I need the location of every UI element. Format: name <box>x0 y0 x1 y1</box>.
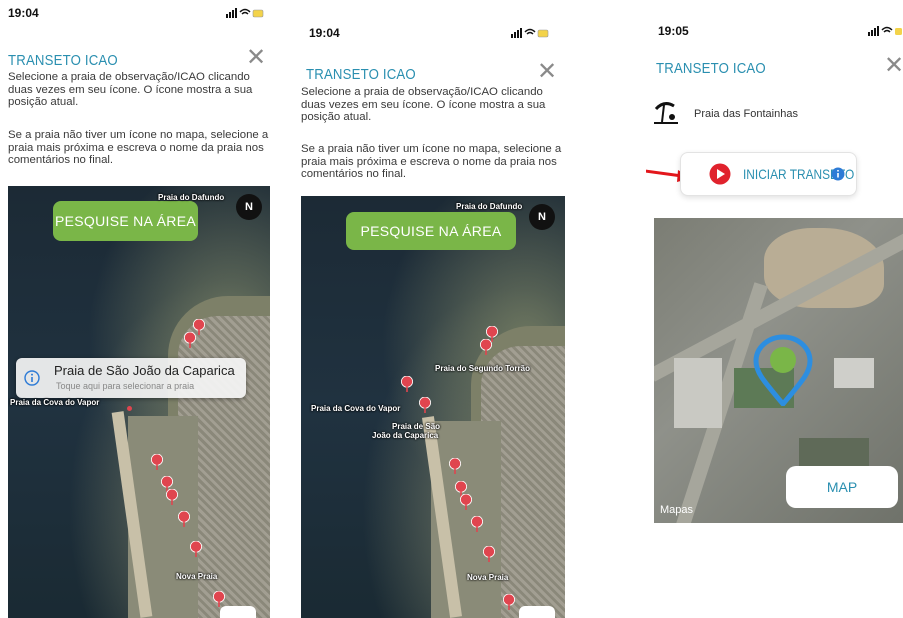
status-icons <box>868 26 902 39</box>
status-time: 19:04 <box>309 26 340 40</box>
map-pin-icon[interactable] <box>447 458 463 474</box>
screen-3: 19:05 TRANSETO ICAO ✕ Praia das Fontainh… <box>646 0 903 618</box>
info-icon <box>24 370 40 386</box>
map-label: Praia do Dafundo <box>456 202 523 211</box>
map-pin-icon[interactable] <box>501 594 517 610</box>
location-marker-icon <box>127 406 132 411</box>
close-icon[interactable]: ✕ <box>537 60 557 84</box>
map-pin-icon[interactable] <box>417 397 433 413</box>
beach-umbrella-icon <box>654 102 678 124</box>
compass-icon[interactable]: N <box>529 204 555 230</box>
screen-1: 19:04 TRANSETO ICAO ✕ Selecione a praia … <box>0 0 270 618</box>
signal-wifi-battery-icon <box>511 28 549 38</box>
callout-subtitle: Toque aqui para selecionar a praia <box>56 381 195 391</box>
instructions-text-2: Se a praia não tiver um ícone no mapa, s… <box>8 129 269 166</box>
signal-wifi-battery-icon <box>868 26 902 36</box>
close-icon[interactable]: ✕ <box>246 46 266 70</box>
info-icon[interactable] <box>831 167 845 181</box>
map-label: Praia de São <box>392 422 441 431</box>
map-pin-icon[interactable] <box>399 376 415 392</box>
map-pin-icon[interactable] <box>469 516 485 532</box>
map-control-button[interactable] <box>220 606 256 618</box>
close-icon[interactable]: ✕ <box>884 54 903 78</box>
map-pin-icon[interactable] <box>149 454 165 470</box>
callout-title: Praia de São João da Caparica <box>54 363 235 378</box>
location-marker-icon <box>753 334 813 406</box>
page-title: TRANSETO ICAO <box>8 52 118 69</box>
satellite-map[interactable]: PESQUISE NA ÁREA N Praia do Dafundo Prai… <box>8 186 270 618</box>
map-pin-icon[interactable] <box>182 332 198 348</box>
map-pin-icon[interactable] <box>458 494 474 510</box>
play-icon <box>709 163 731 185</box>
signal-wifi-battery-icon <box>226 8 264 18</box>
status-icons <box>226 8 264 21</box>
map-attribution: Mapas <box>660 504 694 516</box>
map-label: Nova Praia <box>176 572 218 581</box>
beach-callout[interactable]: Praia de São João da Caparica Toque aqui… <box>16 358 246 398</box>
map-label: Praia da Cova do Vapor <box>10 398 100 407</box>
page-title: TRANSETO ICAO <box>306 66 416 83</box>
map-label: Praia do Segundo Torrão <box>435 364 530 373</box>
beach-name: Praia das Fontainhas <box>694 108 798 120</box>
status-time: 19:05 <box>658 24 689 38</box>
map-pin-icon[interactable] <box>176 511 192 527</box>
compass-icon[interactable]: N <box>236 194 262 220</box>
map-control-button[interactable] <box>519 606 555 618</box>
satellite-map[interactable]: MAP Mapas <box>654 218 903 523</box>
map-label: João da Caparica <box>372 431 439 440</box>
instructions-text: Selecione a praia de observação/ICAO cli… <box>301 86 546 123</box>
map-label: Praia do Dafundo <box>158 193 225 202</box>
start-transect-button[interactable]: INICIAR TRANSETO <box>680 152 857 196</box>
search-area-button[interactable]: PESQUISE NA ÁREA <box>53 201 198 241</box>
screen-2: 19:04 TRANSETO ICAO ✕ Selecione a praia … <box>297 0 567 618</box>
search-area-button[interactable]: PESQUISE NA ÁREA <box>346 212 516 250</box>
building <box>834 358 874 388</box>
satellite-map[interactable]: PESQUISE NA ÁREA N Praia do Dafundo Prai… <box>301 196 565 618</box>
instructions-text-2: Se a praia não tiver um ícone no mapa, s… <box>301 143 562 180</box>
map-pin-icon[interactable] <box>164 489 180 505</box>
instructions-text: Selecione a praia de observação/ICAO cli… <box>8 71 253 108</box>
map-label: Nova Praia <box>467 573 509 582</box>
building <box>674 358 722 428</box>
status-icons <box>511 28 549 41</box>
page-title: TRANSETO ICAO <box>656 60 766 77</box>
status-time: 19:04 <box>8 6 39 20</box>
map-label: Praia da Cova do Vapor <box>311 404 401 413</box>
map-pin-icon[interactable] <box>211 591 227 607</box>
map-pin-icon[interactable] <box>188 541 204 557</box>
map-button[interactable]: MAP <box>786 466 898 508</box>
map-pin-icon[interactable] <box>478 339 494 355</box>
map-pin-icon[interactable] <box>481 546 497 562</box>
